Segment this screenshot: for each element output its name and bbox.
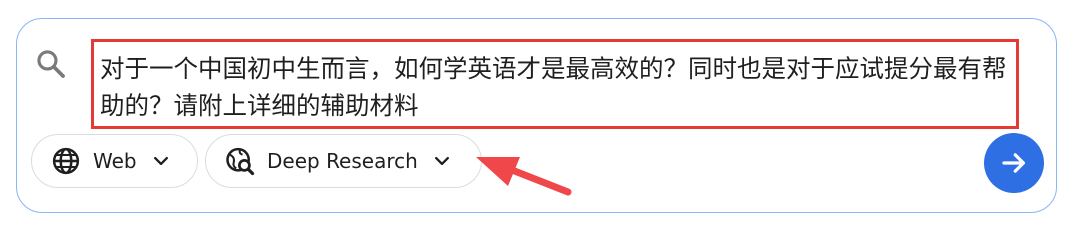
deep-research-dropdown[interactable]: Deep Research (205, 134, 482, 188)
deep-research-icon (226, 147, 255, 176)
submit-button[interactable] (984, 133, 1044, 193)
annotation-arrow (476, 157, 572, 196)
globe-icon (52, 147, 80, 175)
web-mode-dropdown[interactable]: Web (31, 134, 198, 188)
arrow-right-icon (1002, 153, 1025, 173)
search-input[interactable]: 对于一个中国初中生而言，如何学英语才是最高效的？同时也是对于应试提分最有帮助的？… (91, 39, 1019, 129)
web-mode-label: Web (93, 149, 137, 173)
chevron-down-icon (434, 156, 449, 166)
deep-research-label: Deep Research (267, 149, 418, 173)
search-icon (37, 50, 65, 78)
chevron-down-icon (153, 156, 168, 166)
